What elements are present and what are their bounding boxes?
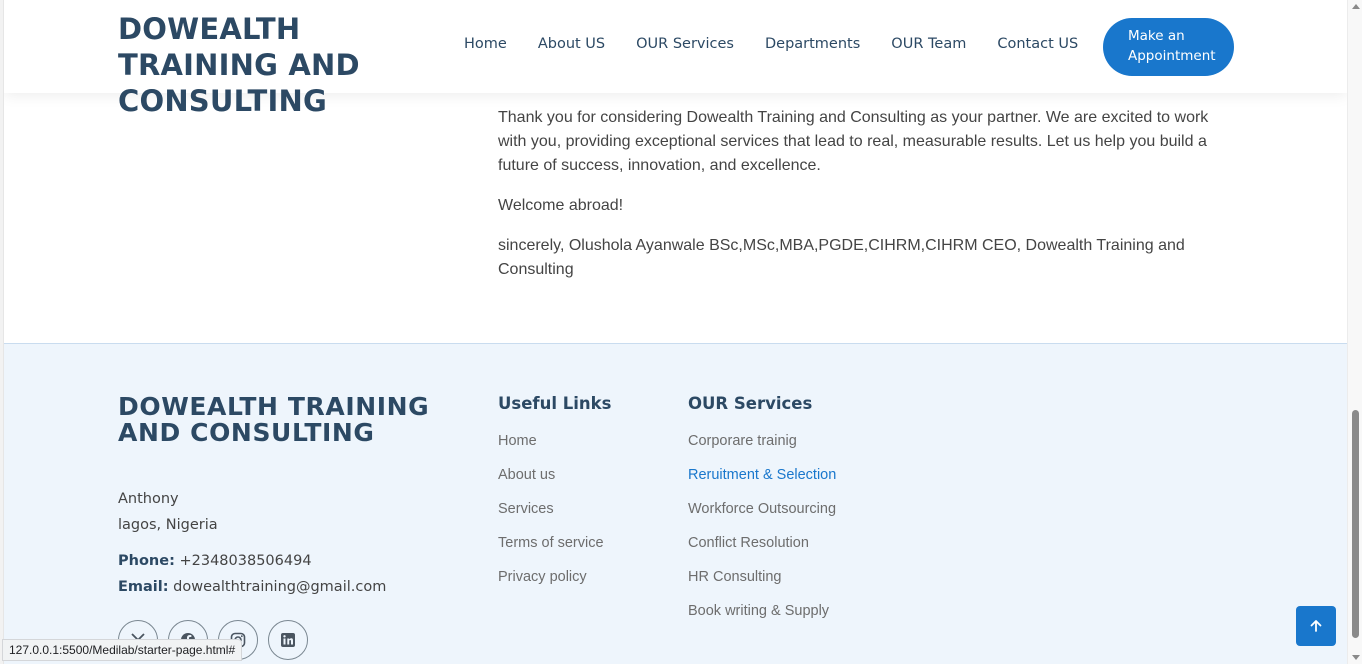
site-logo[interactable]: DOWEALTH TRAINING AND CONSULTING xyxy=(118,11,458,119)
ceo-message: Thank you for considering Dowealth Train… xyxy=(498,106,1218,298)
our-services-links: OUR Services Corporare trainig Reruitmen… xyxy=(688,394,836,635)
useful-links: Useful Links Home About us Services Term… xyxy=(498,394,611,601)
email-value: dowealthtraining@gmail.com xyxy=(173,579,387,595)
scroll-up-arrow-icon[interactable] xyxy=(1352,4,1360,9)
nav-team[interactable]: OUR Team xyxy=(891,36,966,52)
nav-about[interactable]: About US xyxy=(538,36,605,52)
page-viewport: DOWEALTH TRAINING AND CONSULTING Home Ab… xyxy=(4,0,1347,664)
address-line: Anthony xyxy=(118,491,179,507)
footer-link-about[interactable]: About us xyxy=(498,465,611,485)
footer-link-services[interactable]: Services xyxy=(498,499,611,519)
scroll-down-arrow-icon[interactable] xyxy=(1352,655,1360,660)
service-link-book-writing[interactable]: Book writing & Supply xyxy=(688,601,836,621)
message-paragraph: Thank you for considering Dowealth Train… xyxy=(498,109,1209,174)
service-link-conflict-resolution[interactable]: Conflict Resolution xyxy=(688,533,836,553)
nav-departments[interactable]: Departments xyxy=(765,36,860,52)
service-link-outsourcing[interactable]: Workforce Outsourcing xyxy=(688,499,836,519)
phone-value: +2348038506494 xyxy=(179,553,312,569)
service-link-corporate-training[interactable]: Corporare trainig xyxy=(688,431,836,451)
nav-contact[interactable]: Contact US xyxy=(997,36,1078,52)
scroll-top-button[interactable] xyxy=(1296,606,1336,646)
main-nav: Home About US OUR Services Departments O… xyxy=(464,36,1109,52)
service-link-hr-consulting[interactable]: HR Consulting xyxy=(688,567,836,587)
phone-row: Phone: +2348038506494 xyxy=(118,548,386,574)
nav-home[interactable]: Home xyxy=(464,36,507,52)
site-footer: DOWEALTH TRAINING AND CONSULTING Anthony… xyxy=(4,343,1347,664)
email-row: Email: dowealthtraining@gmail.com xyxy=(118,574,386,600)
footer-contact: Phone: +2348038506494 Email: dowealthtra… xyxy=(118,548,386,600)
useful-links-title: Useful Links xyxy=(498,394,612,413)
site-header: DOWEALTH TRAINING AND CONSULTING Home Ab… xyxy=(4,0,1347,118)
services-title: OUR Services xyxy=(688,394,813,413)
footer-address: Anthony lagos, Nigeria xyxy=(118,486,218,538)
browser-status-bar: 127.0.0.1:5500/Medilab/starter-page.html… xyxy=(2,639,243,661)
scrollbar-thumb[interactable] xyxy=(1352,410,1359,638)
message-greeting: Welcome abroad! xyxy=(498,197,624,214)
make-appointment-button[interactable]: Make an Appointment xyxy=(1103,18,1234,76)
service-link-recruitment[interactable]: Reruitment & Selection xyxy=(688,465,836,485)
footer-link-terms[interactable]: Terms of service xyxy=(498,533,611,553)
arrow-up-icon xyxy=(1310,620,1322,632)
footer-link-home[interactable]: Home xyxy=(498,431,611,451)
address-line: lagos, Nigeria xyxy=(118,517,218,533)
vertical-scrollbar[interactable] xyxy=(1347,0,1362,664)
message-signature: sincerely, Olushola Ayanwale BSc,MSc,MBA… xyxy=(498,237,1185,278)
footer-link-privacy[interactable]: Privacy policy xyxy=(498,567,611,587)
phone-label: Phone: xyxy=(118,553,175,569)
footer-logo[interactable]: DOWEALTH TRAINING AND CONSULTING xyxy=(118,394,458,446)
nav-services[interactable]: OUR Services xyxy=(636,36,734,52)
linkedin-icon[interactable] xyxy=(268,620,308,660)
email-label: Email: xyxy=(118,579,169,595)
